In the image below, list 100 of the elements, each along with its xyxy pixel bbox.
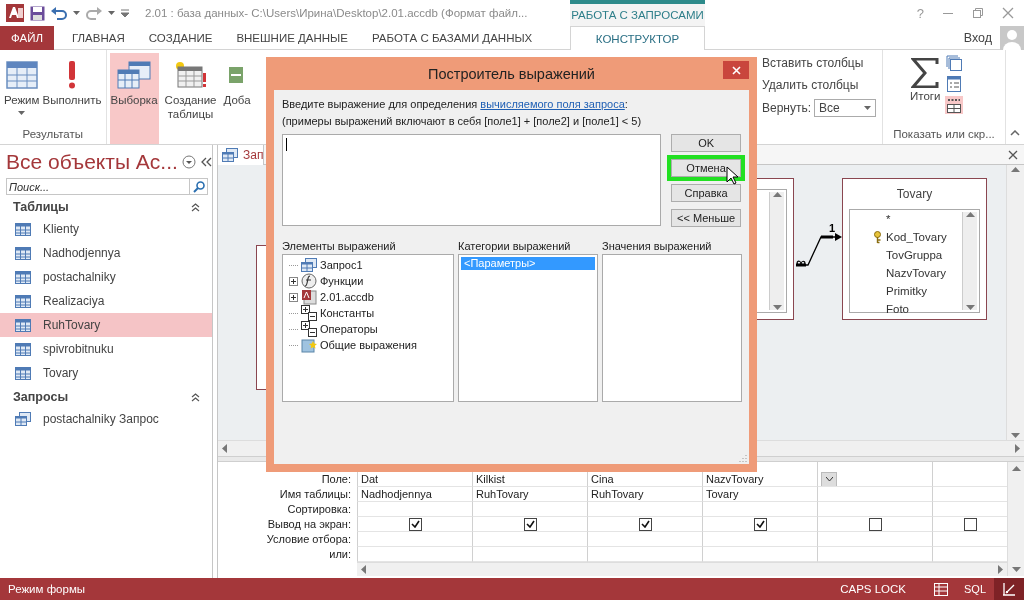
tree-item[interactable]: Константы [289, 305, 453, 321]
navigation-item[interactable]: RuhTovary [0, 313, 212, 337]
scroll-up-icon[interactable] [772, 192, 782, 197]
dialog-button[interactable]: OK [671, 134, 741, 152]
grid-cell[interactable] [817, 532, 932, 547]
app-icon[interactable] [6, 4, 24, 22]
expand-icon[interactable] [289, 276, 298, 286]
show-checkbox[interactable] [868, 517, 882, 531]
show-checkbox[interactable] [408, 517, 422, 531]
ribbon-tab[interactable]: ГЛАВНАЯ [60, 26, 137, 50]
save-icon[interactable] [30, 5, 45, 21]
ribbon-command[interactable]: Удалить столбцы [762, 77, 882, 94]
view-button[interactable]: Режим [3, 53, 41, 128]
toggle-button[interactable] [945, 54, 964, 72]
grid-cell[interactable] [702, 532, 817, 547]
sql-view-button[interactable]: SQL [956, 578, 994, 600]
append-button[interactable]: Доба [222, 53, 252, 144]
scroll-right-icon[interactable] [1015, 444, 1020, 453]
dialog-button[interactable]: Справка [671, 184, 741, 202]
scroll-down-icon[interactable] [1011, 433, 1020, 438]
scroll-down-icon[interactable] [965, 305, 975, 310]
close-document-icon[interactable] [1008, 149, 1018, 160]
return-combo[interactable]: Все [814, 99, 877, 117]
field-combo[interactable] [817, 472, 932, 487]
customize-icon[interactable] [121, 9, 129, 17]
scroll-down-icon[interactable] [772, 305, 782, 310]
grid-cell[interactable]: RuhTovary [587, 487, 702, 502]
grid-cell[interactable]: RuhTovary [472, 487, 587, 502]
grid-cell[interactable] [357, 502, 472, 517]
make-table-button[interactable]: Создание таблицы [159, 53, 222, 144]
show-checkbox[interactable] [963, 517, 977, 531]
close-icon[interactable] [1002, 7, 1014, 19]
grid-cell[interactable] [472, 502, 587, 517]
menu-circle-icon[interactable] [181, 155, 196, 169]
navigation-item[interactable]: spivrobitnuku [0, 337, 212, 361]
grid-cell[interactable] [817, 487, 932, 502]
expand-icon[interactable] [289, 292, 298, 302]
values-list[interactable] [602, 254, 742, 402]
group-header[interactable]: Таблицы [0, 195, 212, 217]
vertical-scrollbar[interactable] [1006, 165, 1024, 440]
grid-cell[interactable]: Tovary [702, 487, 817, 502]
tree-item[interactable]: Запрос1 [289, 257, 453, 273]
expression-field[interactable] [282, 134, 662, 226]
navigation-item[interactable]: postachalniky Запрос [0, 407, 212, 431]
query-icon [301, 258, 317, 272]
toggle-button[interactable] [945, 96, 964, 114]
undo-icon[interactable] [51, 6, 67, 20]
ribbon-tab[interactable]: КОНСТРУКТОР [570, 26, 705, 51]
elements-list[interactable]: Запрос1 Функции 2.01.accdb Константы Операторы Общие выражения [282, 254, 454, 402]
grid-cell[interactable]: Nadhodjennya [357, 487, 472, 502]
grid-cell[interactable] [587, 532, 702, 547]
scroll-up-icon[interactable] [965, 212, 975, 217]
navigation-item[interactable]: Klienty [0, 217, 212, 241]
search-button[interactable] [189, 178, 208, 195]
horizontal-scrollbar[interactable] [357, 562, 1007, 576]
show-checkbox[interactable] [523, 517, 537, 531]
navigation-item[interactable]: Tovary [0, 361, 212, 385]
sign-in-link[interactable]: Вход [963, 31, 992, 45]
scroll-up-icon[interactable] [1011, 466, 1021, 471]
scroll-down-icon[interactable] [1011, 567, 1021, 572]
navigation-title[interactable]: Все объекты Ac... [6, 150, 178, 174]
close-button[interactable] [723, 61, 749, 79]
show-checkbox[interactable] [638, 517, 652, 531]
toggle-button[interactable] [945, 75, 964, 93]
collapse-pane-icon[interactable] [199, 157, 212, 167]
tree-item[interactable]: Операторы [289, 321, 453, 337]
collapse-ribbon-icon[interactable] [1010, 130, 1020, 136]
vertical-scrollbar[interactable] [1007, 462, 1024, 576]
scroll-left-icon[interactable] [222, 444, 227, 453]
redo-icon[interactable] [86, 6, 102, 20]
grid-cell[interactable] [472, 532, 587, 547]
grid-cell[interactable] [817, 502, 932, 517]
document-tab[interactable]: Зап [218, 144, 265, 165]
ribbon-command[interactable]: Вставить столбцы [762, 55, 882, 72]
ribbon-tab[interactable]: ВНЕШНИЕ ДАННЫЕ [224, 26, 360, 50]
select-button[interactable]: Выборка [109, 53, 159, 144]
scroll-right-icon[interactable] [998, 565, 1003, 574]
navigation-item[interactable]: postachalniky [0, 265, 212, 289]
dialog-button[interactable]: << Меньше [671, 209, 741, 227]
tree-item[interactable]: Функции [289, 273, 453, 289]
grid-cell[interactable] [357, 532, 472, 547]
navigation-item[interactable]: Nadhodjennya [0, 241, 212, 265]
restore-icon[interactable] [972, 7, 984, 19]
search-field[interactable]: Поиск... [6, 178, 189, 195]
grid-cell[interactable] [702, 502, 817, 517]
tree-item[interactable]: Общие выражения [289, 337, 453, 353]
group-header[interactable]: Запросы [0, 385, 212, 407]
scroll-left-icon[interactable] [361, 565, 366, 574]
run-button[interactable]: Выполнить [41, 53, 103, 128]
navigation-item[interactable]: Realizaciya [0, 289, 212, 313]
file-tab[interactable]: ФАЙЛ [0, 26, 54, 50]
show-checkbox[interactable] [753, 517, 767, 531]
tree-item[interactable]: 2.01.accdb [289, 289, 453, 305]
grid-cell[interactable] [587, 502, 702, 517]
field-link[interactable]: вычисляемого поля запроса [480, 98, 625, 110]
ribbon-tab[interactable]: РАБОТА С БАЗАМИ ДАННЫХ [359, 26, 545, 50]
design-view-button[interactable] [994, 578, 1024, 600]
scroll-up-icon[interactable] [1011, 167, 1020, 172]
ribbon-tab[interactable]: СОЗДАНИЕ [136, 26, 225, 50]
totals-button[interactable]: Итоги [909, 54, 942, 128]
